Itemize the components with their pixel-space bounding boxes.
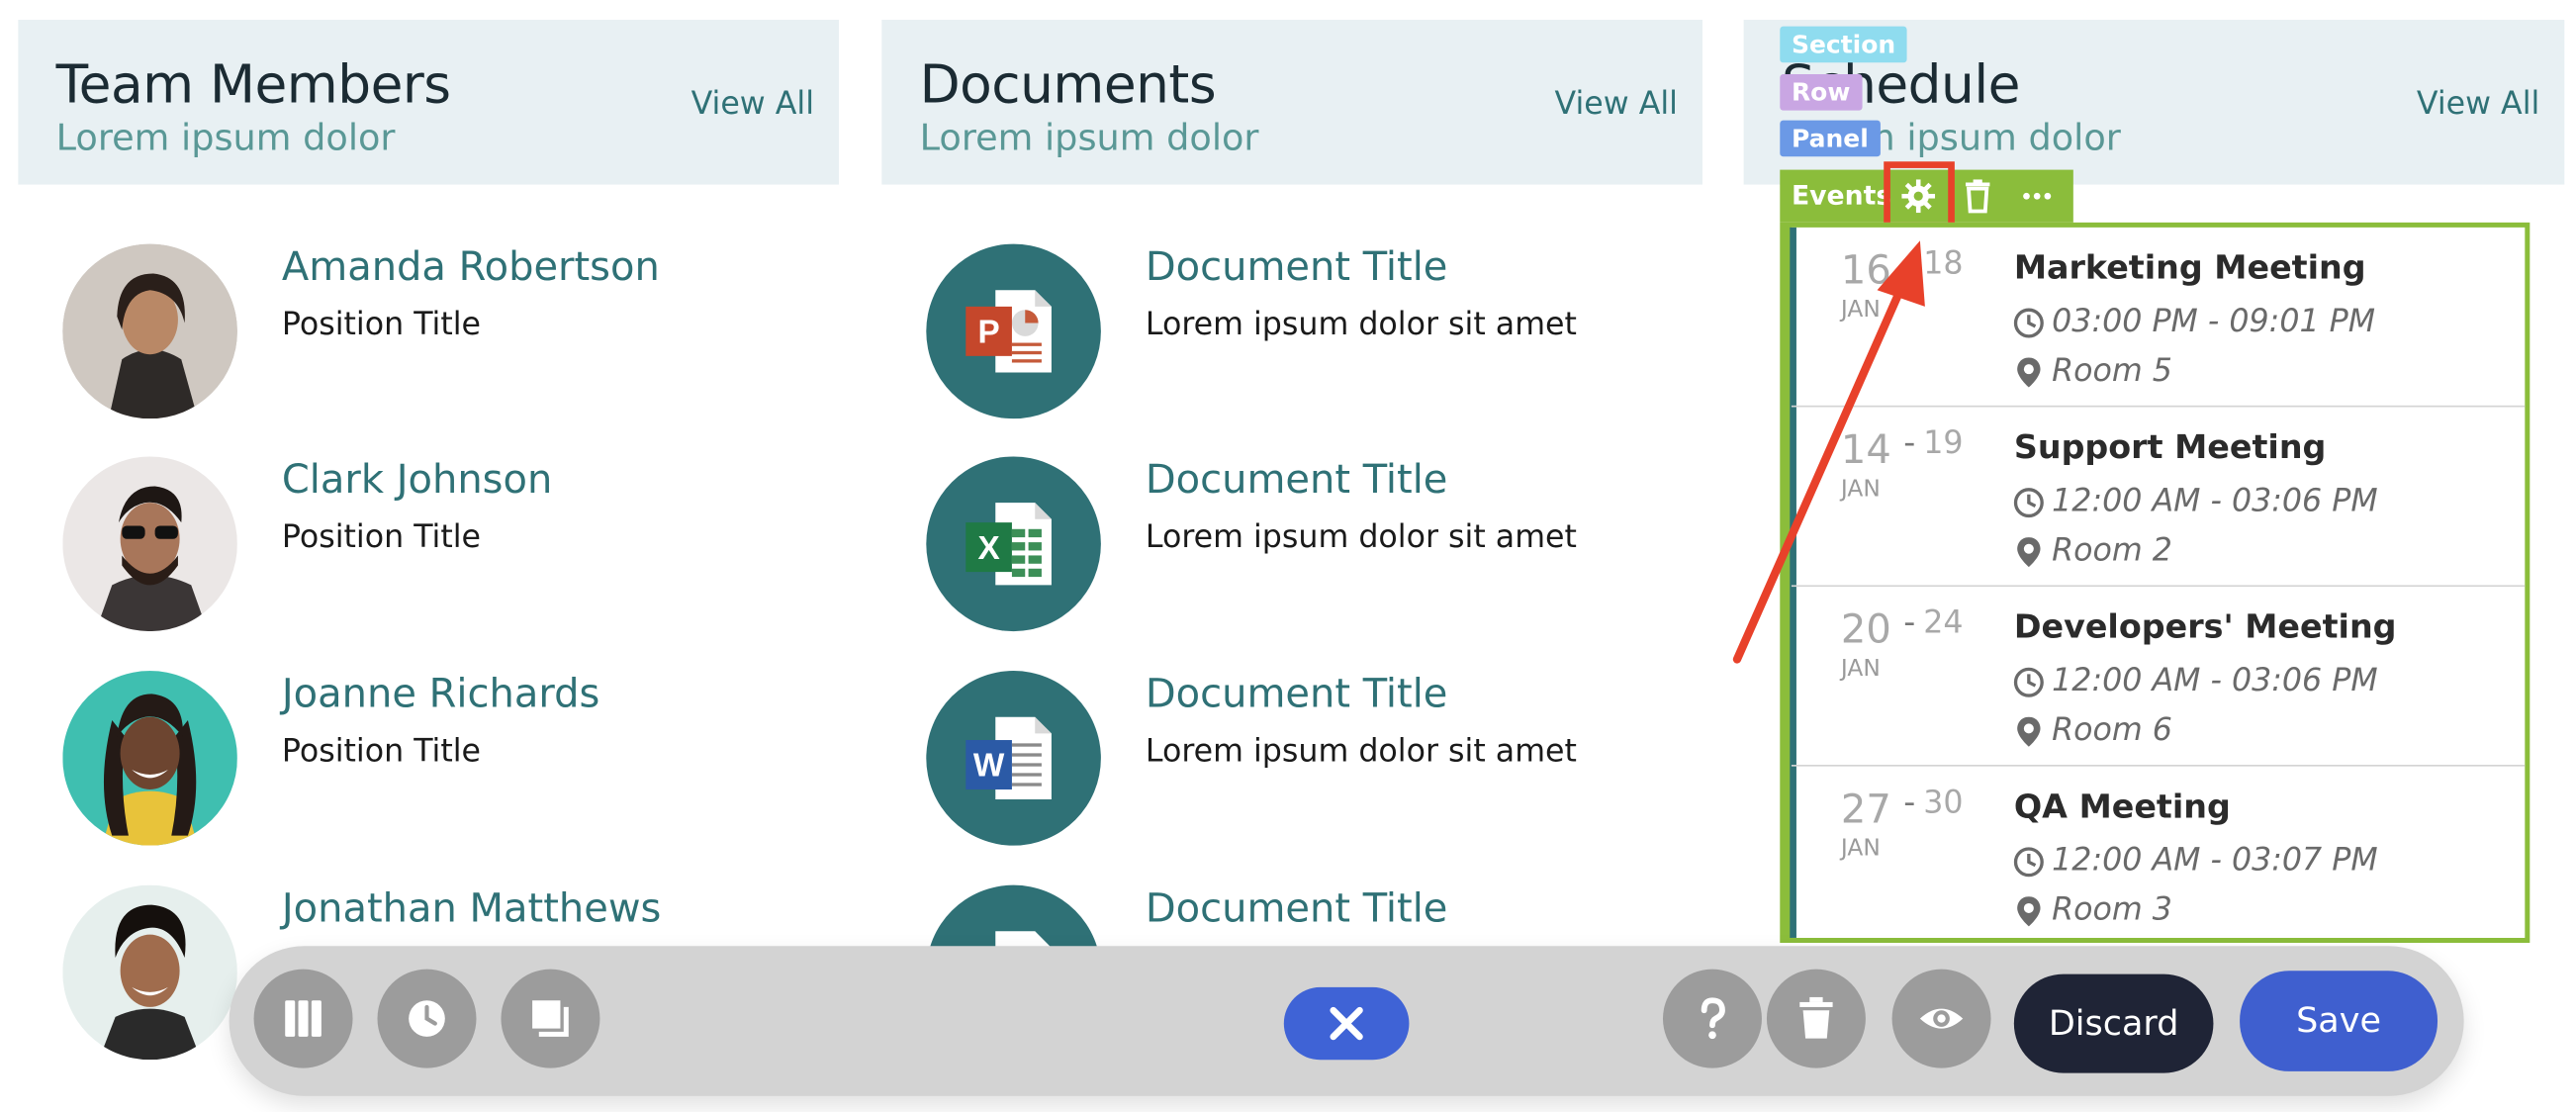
events-panel: 16 - 18 JAN Marketing Meeting 03:00 PM -… (1780, 222, 2530, 943)
event-date-separator: - (1903, 421, 1916, 462)
list-item[interactable]: 27 - 30 JAN QA Meeting 12:00 AM - 03:07 … (1792, 767, 2525, 947)
clock-icon (2013, 488, 2044, 518)
close-button[interactable] (1283, 986, 1410, 1061)
team-members-header: Team Members Lorem ipsum dolor View All (18, 19, 839, 185)
preview-button[interactable] (1891, 969, 1991, 1068)
documents-view-all-link[interactable]: View All (1555, 86, 1678, 123)
avatar[interactable] (62, 671, 237, 846)
location-pin-icon (2017, 537, 2041, 568)
event-title[interactable]: Support Meeting (2014, 426, 2327, 466)
event-room: Room 2 (2052, 532, 2172, 569)
event-end-day: 18 (1923, 245, 1964, 282)
event-month: JAN (1840, 296, 1881, 324)
events-label[interactable]: Events (1792, 180, 1891, 212)
clock-icon (2013, 847, 2044, 878)
clock-icon (2013, 308, 2044, 338)
layers-button[interactable] (501, 969, 600, 1068)
member-position: Position Title (281, 733, 482, 771)
save-button[interactable]: Save (2240, 971, 2438, 1071)
excel-icon[interactable]: X (926, 456, 1101, 632)
member-position: Position Title (281, 518, 482, 556)
gear-highlight-box (1884, 161, 1955, 230)
powerpoint-icon[interactable]: P (926, 243, 1101, 419)
svg-text:X: X (977, 530, 999, 567)
event-room: Room 6 (2052, 711, 2172, 749)
event-start-day: 16 (1840, 246, 1891, 294)
event-time: 12:00 AM - 03:07 PM (2052, 842, 2378, 879)
member-name[interactable]: Jonathan Matthews (282, 885, 662, 932)
avatar[interactable] (62, 884, 237, 1061)
document-title[interactable]: Document Title (1146, 456, 1448, 503)
location-pin-icon (2017, 896, 2041, 927)
event-start-day: 14 (1840, 426, 1891, 474)
word-icon[interactable]: W (926, 671, 1101, 846)
event-end-day: 24 (1923, 604, 1964, 642)
close-icon (1330, 1006, 1363, 1041)
help-icon (1701, 997, 1725, 1040)
event-title[interactable]: QA Meeting (2014, 787, 2231, 826)
list-item[interactable]: 20 - 24 JAN Developers' Meeting 12:00 AM… (1791, 587, 2526, 767)
svg-text:W: W (973, 748, 1005, 785)
page-stage: Team Members Lorem ipsum dolor View All … (0, 0, 2576, 1112)
row-badge[interactable]: Row (1780, 73, 1863, 111)
list-item[interactable]: 14 - 19 JAN Support Meeting 12:00 AM - 0… (1791, 408, 2526, 588)
event-end-day: 30 (1923, 785, 1964, 821)
location-pin-icon (2017, 716, 2041, 747)
document-title[interactable]: Document Title (1146, 671, 1448, 717)
document-title[interactable]: Document Title (1146, 885, 1448, 932)
panel-badge[interactable]: Panel (1780, 120, 1881, 157)
eye-icon (1919, 1008, 1964, 1029)
avatar[interactable] (62, 243, 237, 419)
event-month: JAN (1840, 835, 1881, 863)
more-icon[interactable] (2019, 178, 2056, 215)
columns-icon (285, 1000, 322, 1037)
event-room: Room 5 (2052, 352, 2172, 390)
location-pin-icon (2017, 357, 2041, 388)
history-icon (409, 1000, 445, 1037)
help-button[interactable] (1662, 969, 1762, 1068)
document-description: Lorem ipsum dolor sit amet (1145, 306, 1577, 343)
columns-button[interactable] (253, 969, 353, 1068)
svg-text:P: P (977, 315, 999, 351)
list-item[interactable]: 16 - 18 JAN Marketing Meeting 03:00 PM -… (1791, 228, 2526, 408)
member-position: Position Title (281, 306, 482, 343)
layers-icon (532, 1000, 569, 1037)
event-time: 12:00 AM - 03:06 PM (2052, 662, 2378, 699)
event-start-day: 20 (1840, 606, 1891, 653)
member-name[interactable]: Clark Johnson (282, 456, 552, 503)
documents-title: Documents (919, 52, 1217, 116)
event-month: JAN (1840, 476, 1881, 504)
schedule-view-all-link[interactable]: View All (2417, 86, 2539, 123)
document-description: Lorem ipsum dolor sit amet (1145, 518, 1577, 556)
event-title[interactable]: Developers' Meeting (2014, 606, 2397, 646)
event-time: 12:00 AM - 03:06 PM (2052, 483, 2378, 519)
team-members-title: Team Members (55, 52, 451, 116)
editor-bottom-toolbar: Discard Save (229, 946, 2464, 1096)
member-name[interactable]: Joanne Richards (282, 671, 599, 717)
event-date-separator: - (1903, 602, 1916, 642)
event-title[interactable]: Marketing Meeting (2014, 247, 2366, 287)
event-date-separator: - (1903, 781, 1916, 821)
clock-icon (2013, 667, 2044, 697)
section-badge[interactable]: Section (1780, 26, 1907, 63)
document-title[interactable]: Document Title (1146, 244, 1448, 291)
avatar[interactable] (62, 456, 237, 632)
event-room: Room 3 (2052, 891, 2172, 928)
discard-button[interactable]: Discard (2013, 973, 2214, 1073)
delete-button[interactable] (1766, 969, 1866, 1068)
history-button[interactable] (377, 969, 477, 1068)
member-name[interactable]: Amanda Robertson (282, 244, 660, 291)
event-time: 03:00 PM - 09:01 PM (2052, 303, 2376, 340)
team-members-subtitle: Lorem ipsum dolor (55, 118, 396, 160)
event-start-day: 27 (1840, 786, 1891, 833)
team-members-view-all-link[interactable]: View All (691, 86, 814, 123)
event-date-separator: - (1903, 241, 1916, 282)
trash-icon (1799, 996, 1833, 1039)
trash-icon[interactable] (1960, 178, 1996, 215)
document-description: Lorem ipsum dolor sit amet (1145, 733, 1577, 771)
event-month: JAN (1840, 656, 1881, 683)
documents-header: Documents Lorem ipsum dolor View All (881, 19, 1702, 185)
event-end-day: 19 (1923, 424, 1964, 462)
documents-subtitle: Lorem ipsum dolor (919, 118, 1259, 160)
